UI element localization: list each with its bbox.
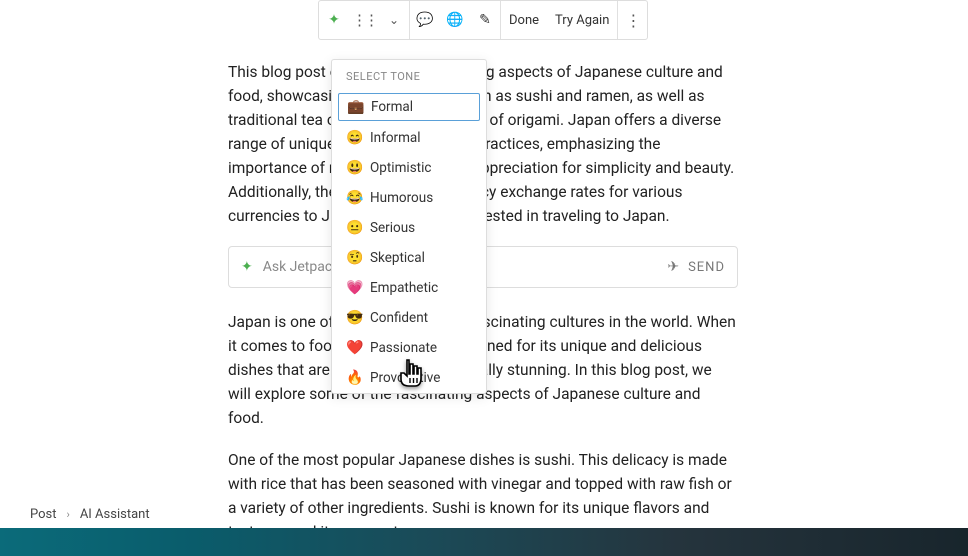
- sparkle-icon: ✦: [241, 259, 253, 275]
- chevron-right-icon: ›: [67, 508, 70, 521]
- drag-handle[interactable]: ⋮⋮: [349, 0, 379, 40]
- raised-eyebrow-icon: 🤨: [346, 250, 362, 266]
- tone-option-empathetic[interactable]: 💗 Empathetic: [332, 273, 486, 303]
- tone-option-humorous[interactable]: 😂 Humorous: [332, 183, 486, 213]
- more-options-button[interactable]: ⋮: [618, 0, 648, 40]
- tone-option-informal[interactable]: 😄 Informal: [332, 123, 486, 153]
- tone-label: Provocative: [370, 370, 440, 386]
- briefcase-icon: 💼: [347, 99, 363, 115]
- tone-label: Formal: [371, 99, 413, 115]
- footer-accent-bar: [0, 528, 968, 556]
- tone-label: Optimistic: [370, 160, 431, 176]
- done-button[interactable]: Done: [501, 0, 547, 40]
- globe-icon: 🌐: [446, 12, 463, 28]
- block-toolbar: ✦ ⋮⋮ ⌄ 💬 🌐 ✎ Done Try Again ⋮: [318, 0, 648, 40]
- tone-label: Empathetic: [370, 280, 438, 296]
- tone-label: Skeptical: [370, 250, 425, 266]
- vertical-dots-icon: ⋮: [625, 11, 641, 30]
- try-again-button[interactable]: Try Again: [547, 0, 617, 40]
- fire-icon: 🔥: [346, 370, 362, 386]
- pencil-icon: ✎: [479, 12, 491, 28]
- globe-button[interactable]: 🌐: [440, 0, 470, 40]
- tone-option-provocative[interactable]: 🔥 Provocative: [332, 363, 486, 393]
- ai-sparkle-button[interactable]: ✦: [319, 0, 349, 40]
- grin-icon: 😃: [346, 160, 362, 176]
- tone-option-formal[interactable]: 💼 Formal: [338, 93, 480, 121]
- hearts-icon: 💗: [346, 280, 362, 296]
- heart-icon: ❤️: [346, 340, 362, 356]
- tone-dropdown-header: SELECT TONE: [332, 60, 486, 91]
- neutral-icon: 😐: [346, 220, 362, 236]
- tone-label: Serious: [370, 220, 415, 236]
- chat-button[interactable]: 💬: [410, 0, 440, 40]
- tone-option-passionate[interactable]: ❤️ Passionate: [332, 333, 486, 363]
- send-button[interactable]: ✈ SEND: [667, 259, 725, 275]
- chevron-updown-icon: ⌄: [389, 13, 399, 27]
- breadcrumb-ai-assistant[interactable]: AI Assistant: [80, 507, 150, 522]
- tone-option-skeptical[interactable]: 🤨 Skeptical: [332, 243, 486, 273]
- smile-icon: 😄: [346, 130, 362, 146]
- tone-option-optimistic[interactable]: 😃 Optimistic: [332, 153, 486, 183]
- tone-option-serious[interactable]: 😐 Serious: [332, 213, 486, 243]
- tone-option-confident[interactable]: 😎 Confident: [332, 303, 486, 333]
- edit-button[interactable]: ✎: [470, 0, 500, 40]
- tone-label: Informal: [370, 130, 421, 146]
- tone-label: Confident: [370, 310, 428, 326]
- send-icon: ✈: [667, 259, 680, 275]
- chat-icon: 💬: [416, 12, 433, 28]
- sunglasses-icon: 😎: [346, 310, 362, 326]
- drag-handle-icon: ⋮⋮: [352, 11, 376, 29]
- tone-label: Passionate: [370, 340, 437, 356]
- sparkle-icon: ✦: [328, 12, 340, 28]
- move-updown[interactable]: ⌄: [379, 0, 409, 40]
- breadcrumb-post[interactable]: Post: [30, 507, 57, 522]
- send-label: SEND: [688, 260, 725, 275]
- laugh-icon: 😂: [346, 190, 362, 206]
- tone-dropdown: SELECT TONE 💼 Formal 😄 Informal 😃 Optimi…: [331, 59, 487, 394]
- breadcrumb: Post › AI Assistant: [30, 507, 150, 522]
- tone-label: Humorous: [370, 190, 433, 206]
